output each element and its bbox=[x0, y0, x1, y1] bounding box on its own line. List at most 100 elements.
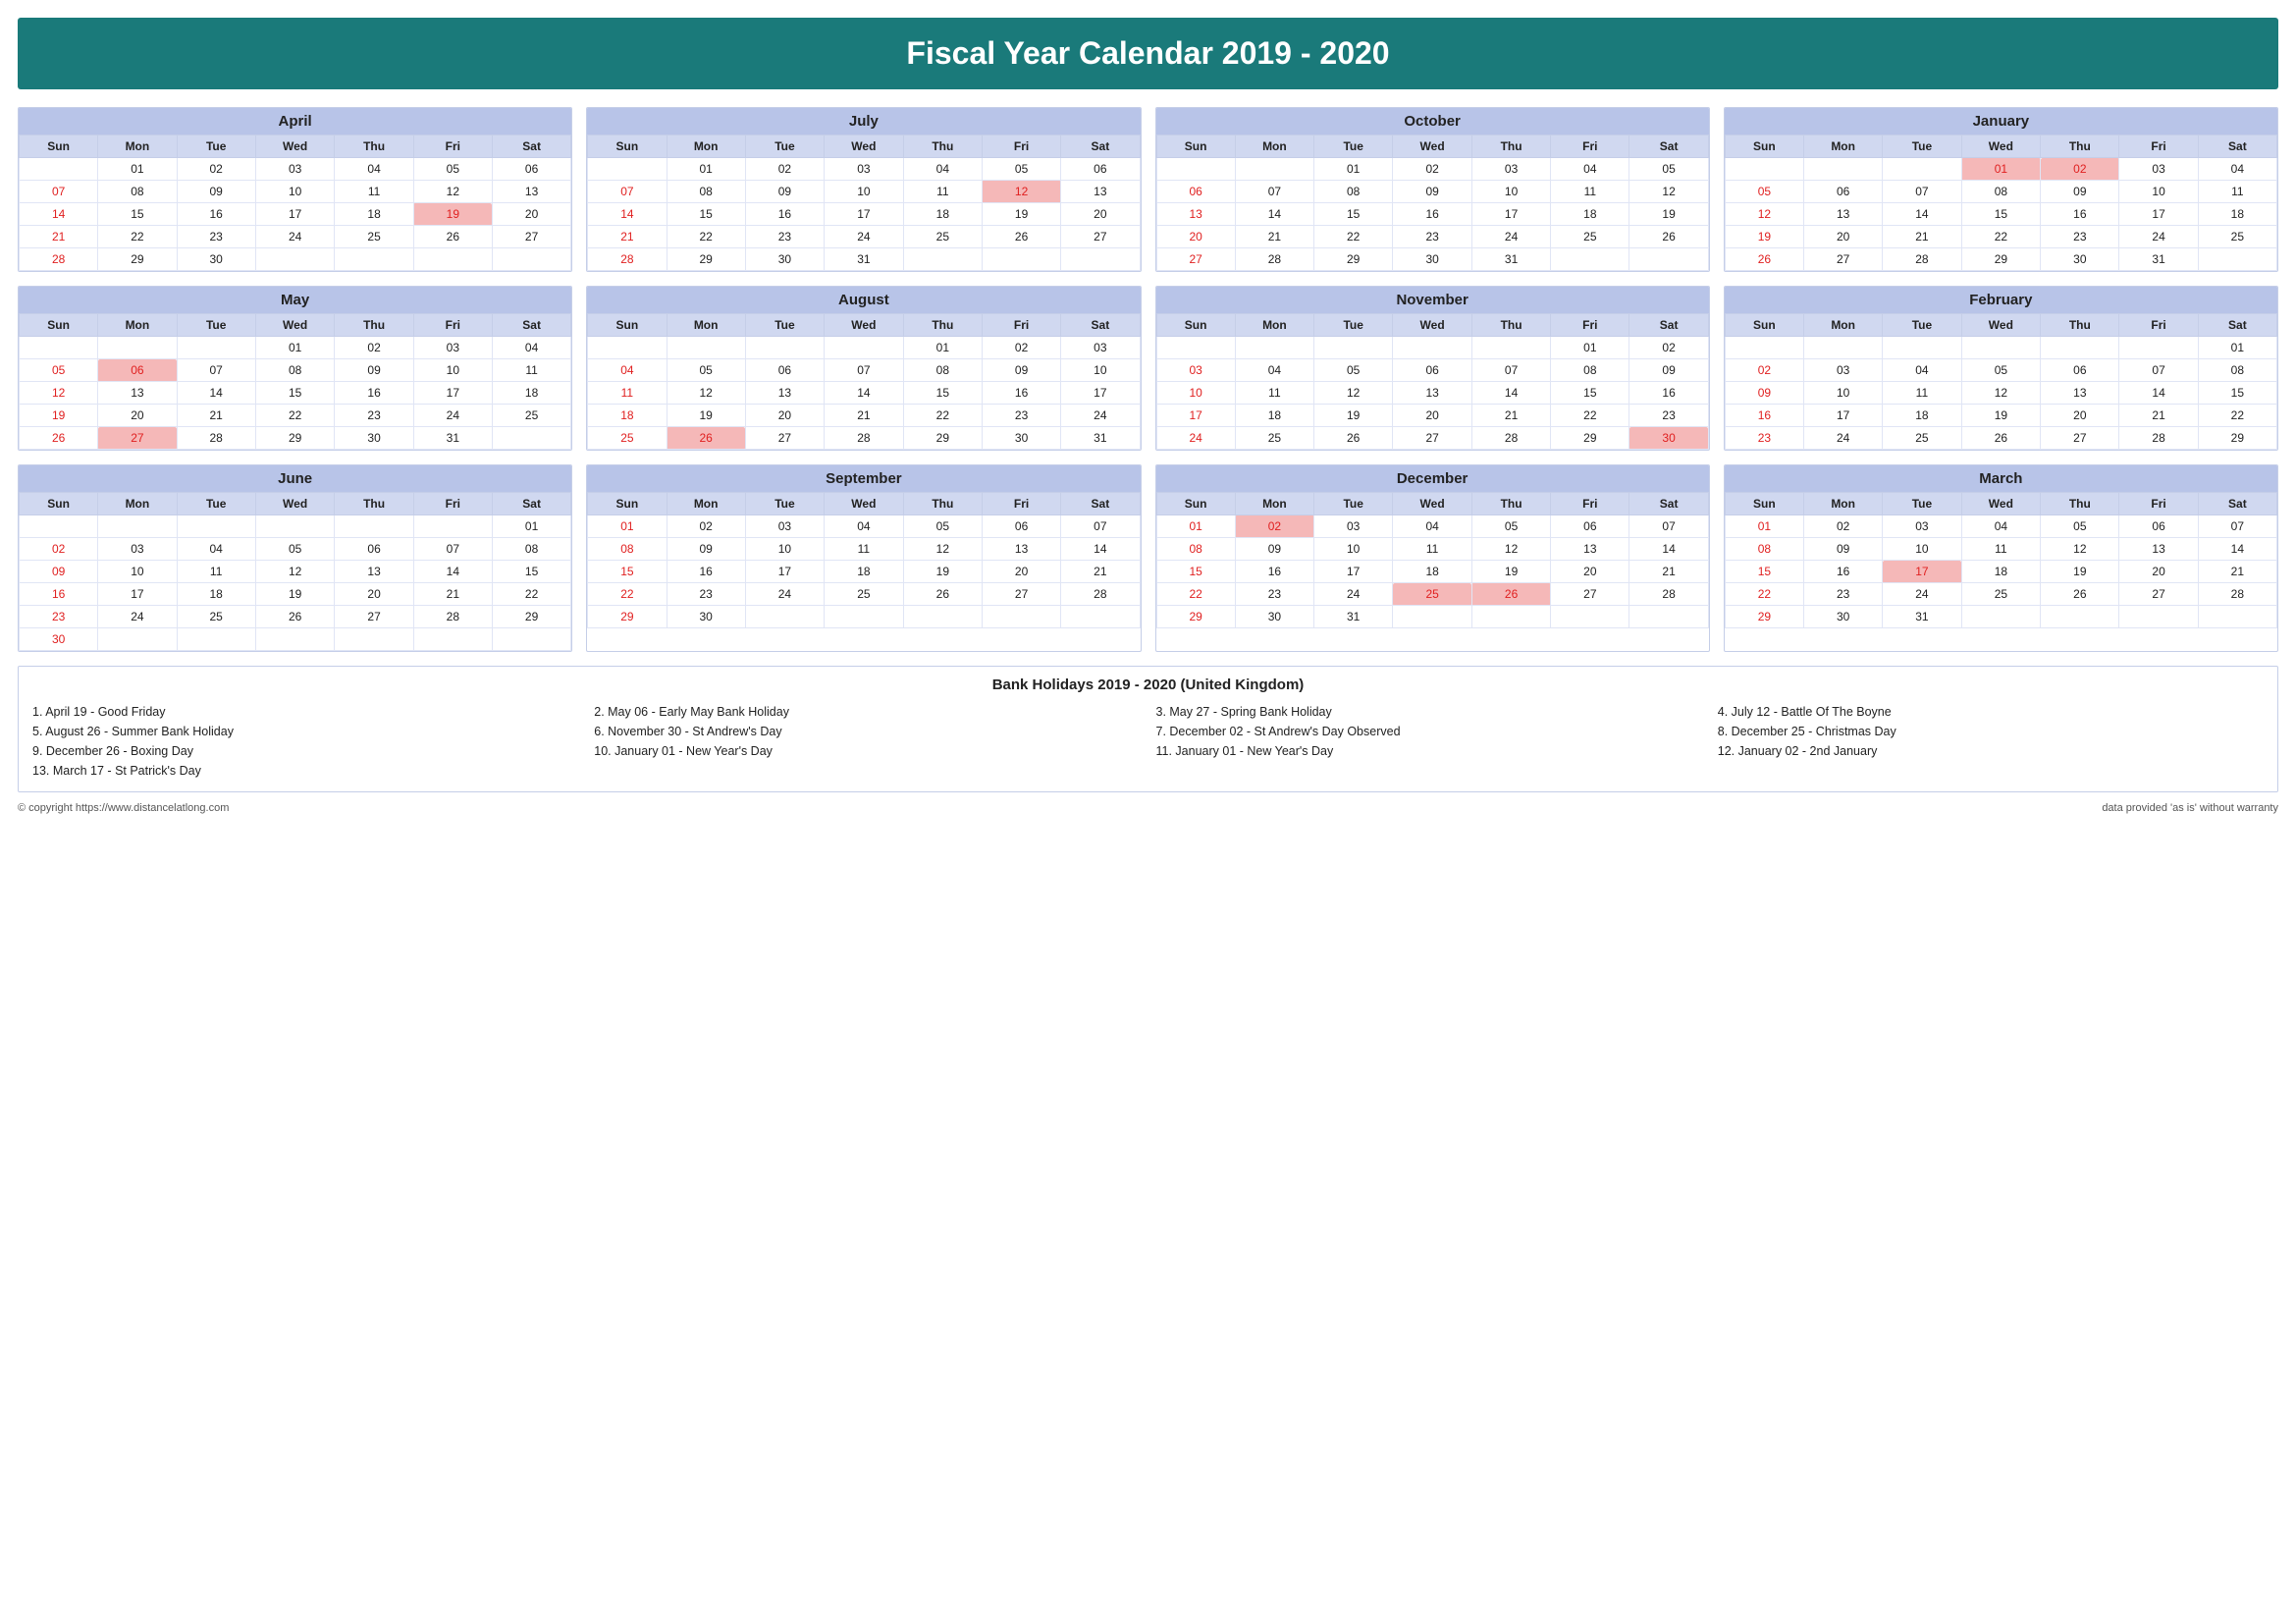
cal-day: 22 bbox=[588, 583, 667, 606]
cal-day: 21 bbox=[2198, 561, 2276, 583]
cal-day: 06 bbox=[1061, 158, 1140, 181]
cal-day: 23 bbox=[1393, 226, 1472, 248]
day-header: Fri bbox=[2119, 493, 2198, 515]
day-header: Mon bbox=[667, 135, 745, 158]
cal-day: 06 bbox=[492, 158, 570, 181]
cal-day bbox=[1804, 158, 1883, 181]
cal-day: 13 bbox=[2119, 538, 2198, 561]
cal-day: 09 bbox=[982, 359, 1060, 382]
cal-day: 03 bbox=[2119, 158, 2198, 181]
cal-day bbox=[20, 515, 98, 538]
cal-day: 15 bbox=[2198, 382, 2276, 405]
cal-day: 25 bbox=[1883, 427, 1961, 450]
cal-day bbox=[98, 515, 177, 538]
day-header: Mon bbox=[667, 314, 745, 337]
day-header: Thu bbox=[1471, 135, 1550, 158]
day-header: Wed bbox=[1393, 493, 1472, 515]
day-header: Tue bbox=[745, 135, 824, 158]
day-header: Sat bbox=[492, 314, 570, 337]
cal-day: 19 bbox=[413, 203, 492, 226]
cal-day: 02 bbox=[745, 158, 824, 181]
cal-day: 12 bbox=[1961, 382, 2041, 405]
cal-day: 08 bbox=[588, 538, 667, 561]
cal-day: 08 bbox=[667, 181, 745, 203]
cal-day: 27 bbox=[1061, 226, 1140, 248]
cal-day: 25 bbox=[903, 226, 982, 248]
cal-day: 29 bbox=[588, 606, 667, 628]
day-header: Tue bbox=[1883, 493, 1961, 515]
cal-day bbox=[982, 248, 1060, 271]
day-header: Sun bbox=[588, 135, 667, 158]
cal-day: 16 bbox=[667, 561, 745, 583]
cal-day: 10 bbox=[1156, 382, 1235, 405]
day-header: Tue bbox=[1314, 135, 1393, 158]
day-header: Thu bbox=[1471, 314, 1550, 337]
cal-day: 22 bbox=[903, 405, 982, 427]
cal-day: 26 bbox=[667, 427, 745, 450]
cal-day: 14 bbox=[1235, 203, 1313, 226]
cal-day: 27 bbox=[2119, 583, 2198, 606]
cal-day: 15 bbox=[1314, 203, 1393, 226]
month-february: FebruarySunMonTueWedThuFriSat01020304050… bbox=[1724, 286, 2278, 451]
month-july: JulySunMonTueWedThuFriSat010203040506070… bbox=[586, 107, 1141, 272]
cal-day: 28 bbox=[1629, 583, 1708, 606]
cal-day: 13 bbox=[98, 382, 177, 405]
cal-day: 01 bbox=[1961, 158, 2041, 181]
cal-day: 21 bbox=[20, 226, 98, 248]
cal-day: 01 bbox=[492, 515, 570, 538]
cal-table: SunMonTueWedThuFriSat0102030405060708091… bbox=[1725, 313, 2277, 450]
cal-day: 18 bbox=[1235, 405, 1313, 427]
cal-day: 27 bbox=[335, 606, 413, 628]
day-header: Fri bbox=[1551, 135, 1629, 158]
cal-day bbox=[413, 628, 492, 651]
day-header: Thu bbox=[1471, 493, 1550, 515]
cal-day: 11 bbox=[588, 382, 667, 405]
cal-day: 24 bbox=[1471, 226, 1550, 248]
cal-day: 05 bbox=[1314, 359, 1393, 382]
cal-day: 06 bbox=[1156, 181, 1235, 203]
cal-day: 29 bbox=[255, 427, 335, 450]
cal-day: 11 bbox=[1393, 538, 1472, 561]
cal-day bbox=[2041, 606, 2119, 628]
bank-holiday-item: 1. April 19 - Good Friday bbox=[32, 703, 578, 721]
cal-day: 25 bbox=[1393, 583, 1472, 606]
day-header: Sat bbox=[1629, 314, 1708, 337]
day-header: Sun bbox=[1156, 314, 1235, 337]
month-september: SeptemberSunMonTueWedThuFriSat0102030405… bbox=[586, 464, 1141, 652]
cal-day: 03 bbox=[1156, 359, 1235, 382]
cal-table: SunMonTueWedThuFriSat0102030405060708091… bbox=[19, 313, 571, 450]
cal-day: 12 bbox=[255, 561, 335, 583]
cal-day: 17 bbox=[1804, 405, 1883, 427]
day-header: Sun bbox=[20, 314, 98, 337]
cal-day: 13 bbox=[1551, 538, 1629, 561]
day-header: Wed bbox=[1961, 135, 2041, 158]
cal-day: 10 bbox=[745, 538, 824, 561]
bank-holiday-item: 5. August 26 - Summer Bank Holiday bbox=[32, 723, 578, 740]
day-header: Wed bbox=[255, 135, 335, 158]
cal-day bbox=[825, 606, 904, 628]
cal-day: 13 bbox=[982, 538, 1060, 561]
cal-day: 12 bbox=[982, 181, 1060, 203]
cal-day: 15 bbox=[1156, 561, 1235, 583]
cal-day: 17 bbox=[1471, 203, 1550, 226]
cal-day bbox=[1804, 337, 1883, 359]
cal-day: 22 bbox=[667, 226, 745, 248]
cal-day: 12 bbox=[1314, 382, 1393, 405]
cal-day: 05 bbox=[1471, 515, 1550, 538]
day-header: Fri bbox=[413, 135, 492, 158]
month-name: November bbox=[1156, 287, 1709, 313]
cal-table: SunMonTueWedThuFriSat0102030405060708091… bbox=[1725, 135, 2277, 271]
cal-day: 19 bbox=[1725, 226, 1803, 248]
cal-day: 10 bbox=[98, 561, 177, 583]
cal-day bbox=[588, 337, 667, 359]
cal-day: 06 bbox=[2119, 515, 2198, 538]
cal-day: 24 bbox=[1156, 427, 1235, 450]
cal-table: SunMonTueWedThuFriSat0102030405060708091… bbox=[1156, 492, 1709, 628]
cal-day: 29 bbox=[2198, 427, 2276, 450]
cal-table: SunMonTueWedThuFriSat0102030405060708091… bbox=[19, 492, 571, 651]
cal-day: 12 bbox=[667, 382, 745, 405]
cal-day bbox=[255, 248, 335, 271]
cal-day: 13 bbox=[1156, 203, 1235, 226]
day-header: Fri bbox=[1551, 314, 1629, 337]
cal-day: 19 bbox=[1314, 405, 1393, 427]
